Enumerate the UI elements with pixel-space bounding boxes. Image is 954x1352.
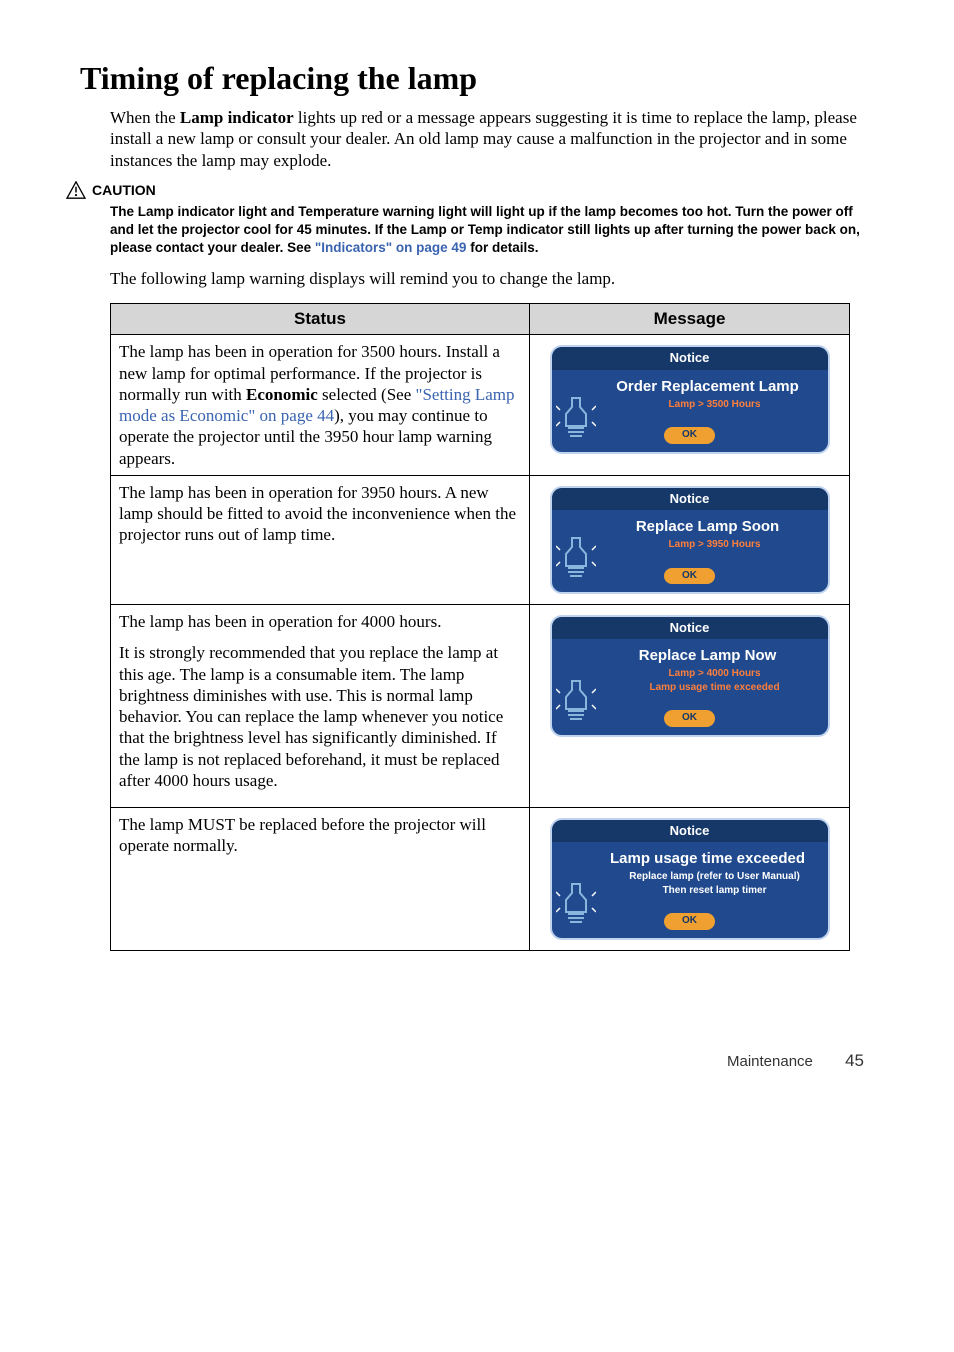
osd-notice: Notice Replace Lamp Now Lamp > 4000 Hour…: [550, 615, 830, 737]
osd-ok-button[interactable]: OK: [664, 427, 715, 444]
page-title: Timing of replacing the lamp: [80, 60, 874, 97]
caution-body-post: for details.: [466, 240, 538, 255]
status-cell: The lamp has been in operation for 3500 …: [111, 335, 530, 476]
message-cell: Notice Replace Lamp Now Lamp > 4000 Hour…: [530, 605, 850, 808]
col-header-status: Status: [111, 304, 530, 335]
status-cell: The lamp MUST be replaced before the pro…: [111, 808, 530, 951]
message-cell: Notice Replace Lamp Soon Lamp > 3950 Hou…: [530, 475, 850, 604]
r2-p2: It is strongly recommended that you repl…: [119, 642, 521, 791]
caution-body: The Lamp indicator light and Temperature…: [110, 203, 874, 258]
r2-p1: The lamp has been in operation for 4000 …: [119, 611, 521, 632]
footer-page-number: 45: [845, 1051, 864, 1070]
table-row: The lamp MUST be replaced before the pro…: [111, 808, 850, 951]
lamp-icon: [556, 532, 596, 584]
r0-p1-bold: Economic: [246, 385, 318, 404]
caution-body-link[interactable]: "Indicators" on page 49: [315, 240, 467, 255]
osd-ok-button[interactable]: OK: [664, 913, 715, 930]
osd-notice: Notice Order Replacement Lamp Lamp > 350…: [550, 345, 830, 453]
page-footer: Maintenance 45: [80, 1051, 874, 1071]
intro-paragraph: When the Lamp indicator lights up red or…: [110, 107, 874, 171]
table-row: The lamp has been in operation for 3950 …: [111, 475, 850, 604]
osd-title: Notice: [552, 820, 828, 842]
osd-main: Lamp usage time exceeded: [552, 842, 828, 870]
r0-p1-mid: selected (See: [318, 385, 416, 404]
table-row: The lamp has been in operation for 3500 …: [111, 335, 850, 476]
osd-main: Replace Lamp Now: [552, 639, 828, 667]
lamp-icon: [556, 675, 596, 727]
lamp-warning-table: Status Message The lamp has been in oper…: [110, 303, 850, 951]
lamp-icon: [556, 392, 596, 444]
warning-triangle-icon: [66, 181, 86, 199]
message-cell: Notice Lamp usage time exceeded Replace …: [530, 808, 850, 951]
table-row: The lamp has been in operation for 4000 …: [111, 605, 850, 808]
osd-title: Notice: [552, 488, 828, 510]
osd-notice: Notice Replace Lamp Soon Lamp > 3950 Hou…: [550, 486, 830, 594]
lamp-icon: [556, 878, 596, 930]
intro-bold: Lamp indicator: [180, 108, 294, 127]
caution-heading: CAUTION: [66, 181, 874, 199]
osd-notice: Notice Lamp usage time exceeded Replace …: [550, 818, 830, 940]
osd-title: Notice: [552, 617, 828, 639]
lead-paragraph: The following lamp warning displays will…: [110, 269, 874, 289]
status-cell: The lamp has been in operation for 4000 …: [111, 605, 530, 808]
footer-section: Maintenance: [727, 1053, 813, 1070]
intro-pre: When the: [110, 108, 180, 127]
caution-label: CAUTION: [92, 182, 156, 198]
col-header-message: Message: [530, 304, 850, 335]
status-cell: The lamp has been in operation for 3950 …: [111, 475, 530, 604]
osd-ok-button[interactable]: OK: [664, 568, 715, 585]
message-cell: Notice Order Replacement Lamp Lamp > 350…: [530, 335, 850, 476]
osd-title: Notice: [552, 347, 828, 369]
osd-ok-button[interactable]: OK: [664, 710, 715, 727]
